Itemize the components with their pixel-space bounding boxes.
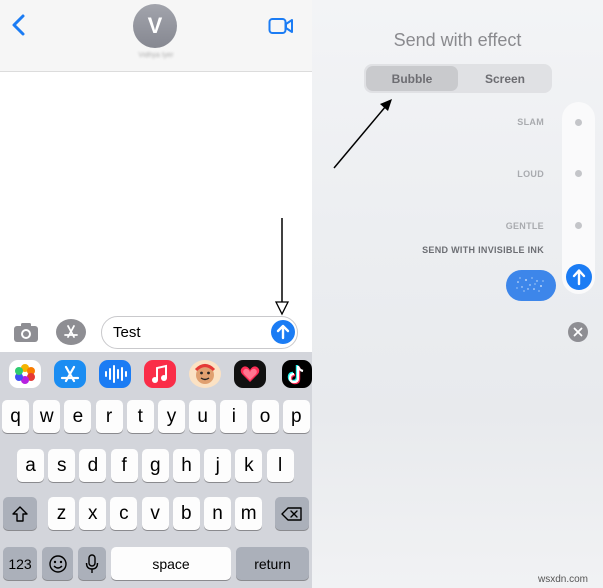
send-with-effect-screen: Send with effect Bubble Screen SLAM LOUD… — [312, 0, 603, 588]
heart-icon — [240, 366, 260, 382]
loud-option-dot[interactable] — [575, 170, 582, 177]
key-q[interactable]: q — [2, 400, 29, 433]
microphone-icon — [85, 553, 99, 573]
key-d[interactable]: d — [79, 449, 107, 482]
memoji-face-icon — [194, 364, 216, 384]
digital-touch-app-icon[interactable] — [234, 360, 266, 388]
send-button[interactable] — [271, 320, 295, 344]
app-store-drawer-button[interactable] — [56, 319, 86, 345]
arrow-up-icon — [276, 324, 290, 340]
key-z[interactable]: z — [48, 497, 75, 530]
invisible-ink-message-bubble — [506, 270, 556, 301]
gentle-option-dot[interactable] — [575, 222, 582, 229]
return-key[interactable]: return — [236, 547, 309, 580]
app-store-icon — [60, 365, 80, 383]
key-m[interactable]: m — [235, 497, 263, 530]
photos-flower-icon — [15, 364, 35, 384]
messages-conversation-screen: V Vidhya Iyer Test q w e r t y u i o p a… — [0, 0, 312, 588]
numbers-key[interactable]: 123 — [3, 547, 37, 580]
waveform-icon — [105, 365, 127, 383]
space-key[interactable]: space — [111, 547, 231, 580]
key-j[interactable]: j — [204, 449, 232, 482]
key-w[interactable]: w — [33, 400, 61, 433]
effect-label-invisible-ink[interactable]: SEND WITH INVISIBLE INK — [402, 245, 544, 255]
key-b[interactable]: b — [172, 497, 200, 530]
shift-arrow-icon — [12, 505, 28, 522]
arrow-up-icon — [572, 269, 586, 286]
key-i[interactable]: i — [220, 400, 248, 433]
tiktok-note-icon — [287, 365, 304, 385]
send-with-effect-button[interactable] — [566, 264, 592, 290]
app-store-icon — [64, 325, 78, 338]
key-y[interactable]: y — [158, 400, 185, 433]
invisible-ink-sparkle-icon — [516, 277, 544, 292]
video-camera-icon — [268, 18, 293, 34]
message-text: Test — [113, 324, 141, 341]
key-p[interactable]: p — [282, 400, 310, 433]
key-v[interactable]: v — [141, 497, 169, 530]
key-e[interactable]: e — [64, 400, 92, 433]
tiktok-app-icon[interactable] — [282, 360, 312, 388]
back-button[interactable] — [8, 10, 30, 40]
backspace-icon — [281, 506, 302, 521]
key-c[interactable]: c — [110, 497, 138, 530]
keyboard: qwertyuiop asdfghjkl zxcvbnm 123 space r… — [0, 352, 312, 588]
key-r[interactable]: r — [95, 400, 123, 433]
key-h[interactable]: h — [173, 449, 200, 482]
key-f[interactable]: f — [110, 449, 138, 482]
music-app-icon[interactable] — [144, 360, 176, 388]
effect-label-slam[interactable]: SLAM — [462, 117, 544, 127]
emoji-smiley-icon — [48, 554, 67, 573]
key-a[interactable]: a — [17, 449, 44, 482]
key-t[interactable]: t — [126, 400, 154, 433]
emoji-key[interactable] — [42, 547, 73, 580]
imessage-app-strip — [0, 352, 312, 392]
audio-message-app-icon[interactable] — [99, 360, 131, 388]
conversation-header: V Vidhya Iyer — [0, 0, 312, 72]
tab-bubble[interactable]: Bubble — [366, 66, 458, 91]
contact-avatar[interactable]: V — [133, 4, 177, 48]
camera-icon — [14, 323, 38, 342]
camera-button[interactable] — [12, 320, 40, 344]
tab-screen[interactable]: Screen — [460, 66, 550, 91]
message-input[interactable]: Test — [101, 316, 298, 349]
effect-label-gentle[interactable]: GENTLE — [462, 221, 544, 231]
key-x[interactable]: x — [79, 497, 107, 530]
chevron-left-icon — [12, 14, 25, 36]
watermark: wsxdn.com — [538, 574, 589, 585]
key-o[interactable]: o — [251, 400, 279, 433]
close-icon — [573, 327, 583, 337]
app-store-app-icon[interactable] — [54, 360, 86, 388]
contact-name[interactable]: Vidhya Iyer — [110, 52, 202, 62]
effect-label-loud[interactable]: LOUD — [462, 169, 544, 179]
key-l[interactable]: l — [266, 449, 294, 482]
effect-type-segmented-control: Bubble Screen — [364, 64, 552, 93]
facetime-video-button[interactable] — [268, 16, 294, 36]
photos-app-icon[interactable] — [9, 360, 41, 388]
key-n[interactable]: n — [204, 497, 231, 530]
key-u[interactable]: u — [189, 400, 217, 433]
cancel-effect-button[interactable] — [568, 322, 588, 342]
memoji-app-icon[interactable] — [189, 360, 221, 388]
shift-key[interactable] — [3, 497, 37, 530]
key-g[interactable]: g — [141, 449, 169, 482]
slam-option-dot[interactable] — [575, 119, 582, 126]
dictation-key[interactable] — [78, 547, 106, 580]
key-k[interactable]: k — [235, 449, 263, 482]
delete-key[interactable] — [275, 497, 309, 530]
key-s[interactable]: s — [48, 449, 76, 482]
send-with-effect-title: Send with effect — [393, 30, 522, 50]
music-note-icon — [152, 364, 167, 383]
